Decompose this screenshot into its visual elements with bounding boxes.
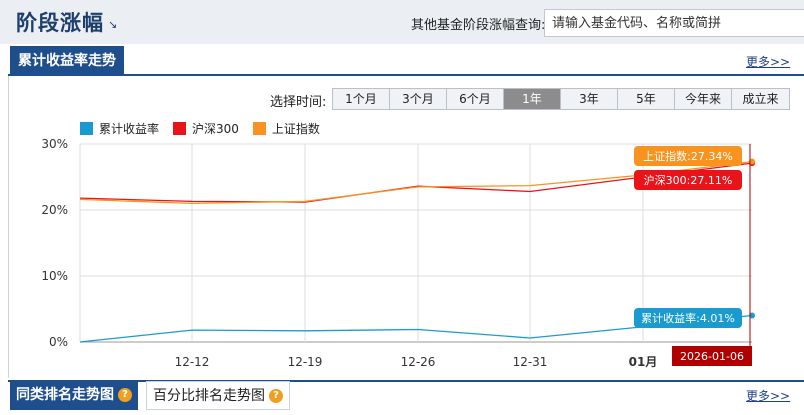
x-tick-label: 12-19 bbox=[288, 355, 323, 369]
value-tooltip-label: 上证指数:27.34% bbox=[643, 149, 733, 163]
tab-rank-label: 同类排名走势图 bbox=[16, 387, 114, 403]
more-link-bottom[interactable]: 更多>> bbox=[746, 387, 790, 404]
tab-percent-rank[interactable]: 百分比排名走势图 ? bbox=[146, 381, 290, 410]
date-label: 2026-01-06 bbox=[680, 350, 744, 363]
x-tick-label: 12-26 bbox=[401, 355, 436, 369]
x-tick-label: 01月 bbox=[629, 355, 658, 369]
help-icon[interactable]: ? bbox=[269, 388, 283, 403]
x-tick-label: 12-31 bbox=[513, 355, 548, 369]
return-chart: 0% 10% 20% 30% 12-12 12-19 12-26 12-31 01月 上证指数:2… bbox=[41, 137, 755, 369]
value-tooltip-label: 沪深300:27.11% bbox=[644, 173, 733, 187]
y-tick-label: 20% bbox=[41, 203, 68, 217]
y-tick-label: 30% bbox=[41, 137, 68, 151]
y-tick-label: 0% bbox=[49, 335, 68, 349]
x-tick-label: 12-12 bbox=[175, 355, 210, 369]
help-icon[interactable]: ? bbox=[118, 388, 132, 402]
tab-percent-label: 百分比排名走势图 bbox=[153, 387, 265, 404]
value-tooltip-label: 累计收益率:4.01% bbox=[641, 311, 735, 325]
tab-rank-trend[interactable]: 同类排名走势图 ? bbox=[10, 380, 138, 410]
y-tick-label: 10% bbox=[41, 269, 68, 283]
